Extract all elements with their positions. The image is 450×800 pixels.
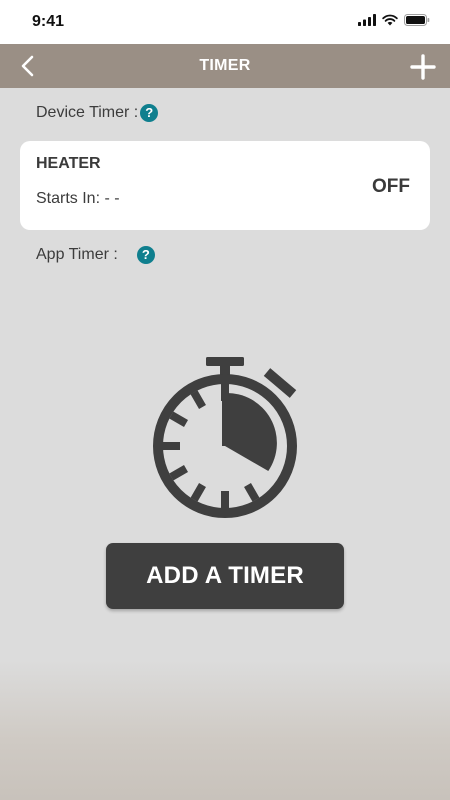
- header-bar: TIMER: [0, 44, 450, 88]
- wifi-icon: [382, 14, 398, 26]
- status-time: 9:41: [32, 13, 65, 30]
- device-timer-text: Device Timer :: [36, 104, 139, 121]
- app-timer-text: App Timer :: [36, 246, 118, 263]
- help-icon[interactable]: ?: [136, 246, 155, 264]
- stopwatch-icon: [153, 357, 297, 518]
- battery-icon: [404, 14, 430, 26]
- device-name: HEATER: [36, 155, 101, 172]
- plus-icon[interactable]: [410, 54, 436, 80]
- page-title: TIMER: [199, 57, 251, 74]
- device-timer-label: Device Timer : ?: [36, 104, 159, 122]
- status-bar: 9:41: [0, 0, 450, 44]
- starts-in-text: Starts In: - -: [36, 190, 120, 207]
- add-timer-button[interactable]: ADD A TIMER: [106, 543, 344, 609]
- help-icon[interactable]: ?: [140, 104, 159, 122]
- device-timer-card[interactable]: HEATER Starts In: - - OFF: [20, 141, 430, 230]
- signal-icon: [358, 14, 376, 26]
- app-timer-label: App Timer : ?: [36, 246, 155, 264]
- status-icons: [358, 14, 430, 26]
- timer-state-toggle[interactable]: OFF: [372, 176, 410, 198]
